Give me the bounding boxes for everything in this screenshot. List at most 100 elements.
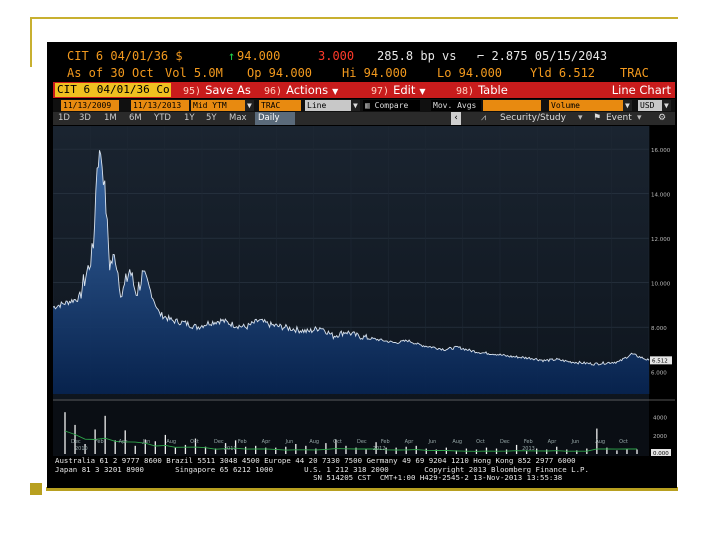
x-axis-month-label: Jun — [428, 439, 437, 445]
x-axis-month-label: Dec — [357, 439, 367, 445]
x-axis-month-label: Oct — [333, 439, 342, 445]
low-price: Lo 94.000 — [437, 66, 503, 80]
chart-style-dropdown-icon[interactable]: ▼ — [351, 100, 360, 111]
compare-button[interactable]: ▥ Compare — [363, 100, 420, 111]
mov-avg-slot-3[interactable] — [511, 100, 527, 111]
lower-study-dropdown-icon[interactable]: ▼ — [623, 100, 632, 111]
price-axis-tick: 10.000 — [651, 282, 671, 288]
chart-style-select[interactable]: Line — [305, 100, 351, 111]
period-button-3d[interactable]: 3D — [76, 112, 94, 125]
security-study-button[interactable]: Security/Study — [500, 112, 566, 125]
function-toolbar: CIT 6 04/01/36 Co 95) Save As 96) Actions ▼… — [53, 82, 675, 98]
x-axis-month-label: Apr — [119, 439, 129, 445]
settings-gear-icon[interactable]: ⚙ — [658, 112, 666, 125]
x-axis-month-label: Oct — [476, 439, 485, 445]
save-as-key: 95) — [183, 86, 202, 97]
period-bar: 1D 3D 1M 6M YTD 1Y 5Y Max Daily ‹ ⩘ Security/Stu… — [53, 112, 675, 125]
currency-dropdown-icon[interactable]: ▼ — [662, 100, 671, 111]
table-button[interactable]: 98) Table — [453, 82, 508, 98]
price-axis-tick: 14.000 — [651, 193, 671, 199]
x-axis-month-label: Jun — [285, 439, 294, 445]
high-price: Hi 94.000 — [342, 66, 408, 80]
x-axis-month-label: Aug — [452, 439, 462, 445]
compare-label: Compare — [374, 101, 409, 110]
mov-avg-slot-2[interactable] — [497, 100, 511, 111]
x-axis-month-label: Apr — [262, 439, 272, 445]
volume-value: Vol 5.0M — [165, 66, 223, 80]
source-field[interactable]: TRAC — [259, 100, 301, 111]
start-date-field[interactable]: 11/13/2009 — [61, 100, 119, 111]
mov-avg-slot-1[interactable] — [483, 100, 497, 111]
x-axis-month-label: Oct — [190, 439, 199, 445]
period-button-1d[interactable]: 1D — [55, 112, 73, 125]
x-axis-month-label: Dec — [500, 439, 510, 445]
x-axis-month-label: Feb — [95, 439, 104, 445]
actions-menu-button[interactable]: 96) Actions ▼ — [261, 82, 338, 98]
actions-key: 96) — [264, 86, 283, 97]
field-dropdown-icon[interactable]: ▼ — [245, 100, 254, 111]
period-button-max[interactable]: Max — [226, 112, 250, 125]
x-axis-month-label: Aug — [595, 439, 605, 445]
x-axis-year-label: 2013 — [522, 446, 535, 452]
x-axis-month-label: Feb — [238, 439, 247, 445]
x-axis-month-label: Dec — [71, 439, 81, 445]
x-axis-month-label: Aug — [309, 439, 319, 445]
edit-label: Edit — [393, 83, 416, 97]
event-button[interactable]: Event — [606, 112, 632, 125]
x-axis-month-label: Jun — [571, 439, 580, 445]
study-chart-icon[interactable]: ⩘ — [481, 112, 486, 125]
period-button-daily[interactable]: Daily — [255, 112, 295, 125]
event-dropdown-icon[interactable]: ▾ — [637, 112, 642, 125]
bloomberg-terminal-window: CIT 6 04/01/36 $ ↑ 94.000 3.000 285.8 bp… — [47, 42, 677, 488]
edit-key: 97) — [371, 86, 390, 97]
chart-axis-panel — [649, 126, 675, 456]
lower-study-select[interactable]: Volume — [549, 100, 623, 111]
x-axis-month-label: Feb — [381, 439, 390, 445]
volume-axis-tick: 4000 — [653, 416, 667, 422]
period-button-5y[interactable]: 5Y — [203, 112, 220, 125]
period-button-1m[interactable]: 1M — [101, 112, 120, 125]
price-axis-tick: 6.000 — [651, 371, 667, 377]
end-date-field[interactable]: 11/13/2013 — [131, 100, 189, 111]
security-study-dropdown-icon[interactable]: ▾ — [578, 112, 583, 125]
slide-rule-top — [30, 17, 678, 19]
table-key: 98) — [456, 86, 475, 97]
security-input[interactable]: CIT 6 04/01/36 Co — [55, 83, 171, 97]
x-axis-month-label: Apr — [548, 439, 558, 445]
price-axis-tick: 12.000 — [651, 237, 671, 243]
footer-line-3: SN 514205 CST CMT+1:00 H429-2545-2 13-No… — [55, 473, 563, 482]
x-axis-year-label: 2011 — [224, 446, 237, 452]
volume-axis-tick: 2000 — [653, 434, 667, 440]
x-axis-year-label: 2010 — [75, 446, 88, 452]
as-of-date: As of 30 Oct — [67, 66, 154, 80]
period-button-ytd[interactable]: YTD — [151, 112, 174, 125]
edit-menu-button[interactable]: 97) Edit ▼ — [368, 82, 426, 98]
price-axis-tick: 8.000 — [651, 326, 667, 332]
period-button-6m[interactable]: 6M — [126, 112, 145, 125]
field-select[interactable]: Mid YTM — [191, 100, 245, 111]
event-flag-icon[interactable]: ⚑ — [593, 112, 601, 125]
pricing-source: TRAC — [620, 66, 649, 80]
currency-select[interactable]: USD — [638, 100, 662, 111]
volume-axis-tick: 0.000 — [653, 451, 669, 456]
compare-icon: ▥ — [365, 101, 370, 110]
chart-options-bar: 11/13/2009 11/13/2013 Mid YTM ▼ TRAC Lin… — [53, 99, 675, 112]
slide-bullet-box — [30, 483, 42, 495]
save-as-button[interactable]: 95) Save As — [180, 82, 251, 98]
moving-averages-button[interactable]: Mov. Avgs — [431, 100, 481, 111]
yield-chart[interactable]: 16.000 14.000 12.000 10.000 8.000 6.000 6.512 4… — [53, 126, 675, 456]
volume-panel-background — [53, 401, 649, 456]
x-axis-month-label: Aug — [166, 439, 176, 445]
x-axis-month-label: Dec — [214, 439, 224, 445]
x-axis-month-label: Jun — [142, 439, 151, 445]
mov-avg-slot-4[interactable] — [527, 100, 541, 111]
x-axis-month-label: Oct — [619, 439, 628, 445]
period-scroll-icon[interactable]: ‹ — [451, 112, 461, 125]
table-label: Table — [478, 83, 508, 97]
period-button-1y[interactable]: 1Y — [181, 112, 198, 125]
actions-label: Actions — [286, 83, 329, 97]
bloomberg-footer: Australia 61 2 9777 8600 Brazil 5511 304… — [55, 456, 675, 483]
save-as-label: Save As — [205, 83, 251, 97]
x-axis-year-label: 2012 — [373, 446, 386, 452]
x-axis-month-label: Apr — [405, 439, 415, 445]
